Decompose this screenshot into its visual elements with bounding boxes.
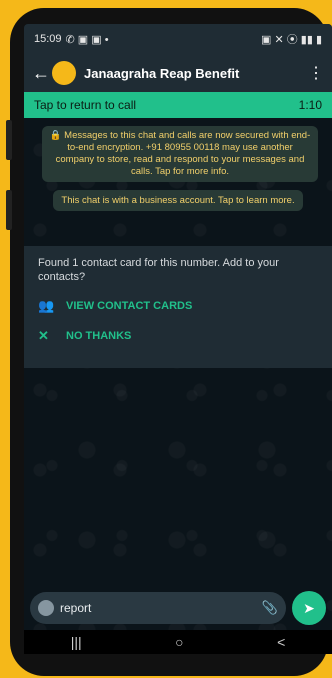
view-contact-cards-label: VIEW CONTACT CARDS	[66, 300, 193, 312]
chat-title[interactable]: Janaagraha Reap Benefit	[84, 66, 308, 81]
business-banner[interactable]: This chat is with a business account. Ta…	[53, 190, 303, 211]
callbar-label: Tap to return to call	[34, 98, 137, 112]
send-icon: ➤	[303, 599, 315, 616]
home-button[interactable]: ○	[175, 634, 183, 650]
back-button[interactable]: <	[277, 634, 285, 650]
no-thanks-label: NO THANKS	[66, 330, 132, 342]
power-button	[6, 190, 12, 230]
screen: 15:09 ✆ ▣ ▣ • ▣ ✕ ⦿ ▮▮ ▮ ← Janaagraha Re…	[24, 24, 332, 654]
volume-button	[6, 120, 12, 160]
message-input[interactable]: report 📎	[30, 592, 286, 624]
status-bar: 15:09 ✆ ▣ ▣ • ▣ ✕ ⦿ ▮▮ ▮	[24, 24, 332, 54]
app-bar: ← Janaagraha Reap Benefit ⋮	[24, 54, 332, 92]
message-composer: report 📎 ➤	[24, 586, 332, 630]
view-contact-cards-button[interactable]: 👥 VIEW CONTACT CARDS	[38, 298, 318, 314]
arrow-left-icon[interactable]: ←	[32, 63, 50, 84]
close-icon: ✕	[38, 328, 49, 343]
chat-area: 🔒 Messages to this chat and calls are no…	[24, 126, 332, 632]
contact-card-prompt: Found 1 contact card for this number. Ad…	[24, 246, 332, 368]
encryption-banner[interactable]: 🔒 Messages to this chat and calls are no…	[42, 126, 318, 182]
status-time: 15:09	[34, 33, 62, 45]
call-duration: 1:10	[298, 98, 322, 112]
send-button[interactable]: ➤	[292, 591, 326, 625]
return-to-call-bar[interactable]: Tap to return to call 1:10	[24, 92, 332, 118]
people-icon: 👥	[38, 298, 55, 313]
avatar[interactable]	[52, 61, 76, 85]
contact-card-text: Found 1 contact card for this number. Ad…	[38, 257, 279, 283]
more-vertical-icon[interactable]: ⋮	[308, 63, 324, 83]
status-right-icons: ▣ ✕ ⦿ ▮▮ ▮	[261, 34, 322, 46]
attachment-icon[interactable]: 📎	[262, 600, 278, 616]
status-left-icons: ✆ ▣ ▣ •	[65, 33, 109, 46]
message-input-value[interactable]: report	[60, 601, 262, 615]
navigation-bar: ||| ○ <	[24, 630, 332, 654]
no-thanks-button[interactable]: ✕ NO THANKS	[38, 328, 318, 344]
business-banner-wrap: This chat is with a business account. Ta…	[24, 190, 332, 211]
recents-button[interactable]: |||	[71, 634, 82, 650]
emoji-icon[interactable]	[38, 600, 54, 616]
